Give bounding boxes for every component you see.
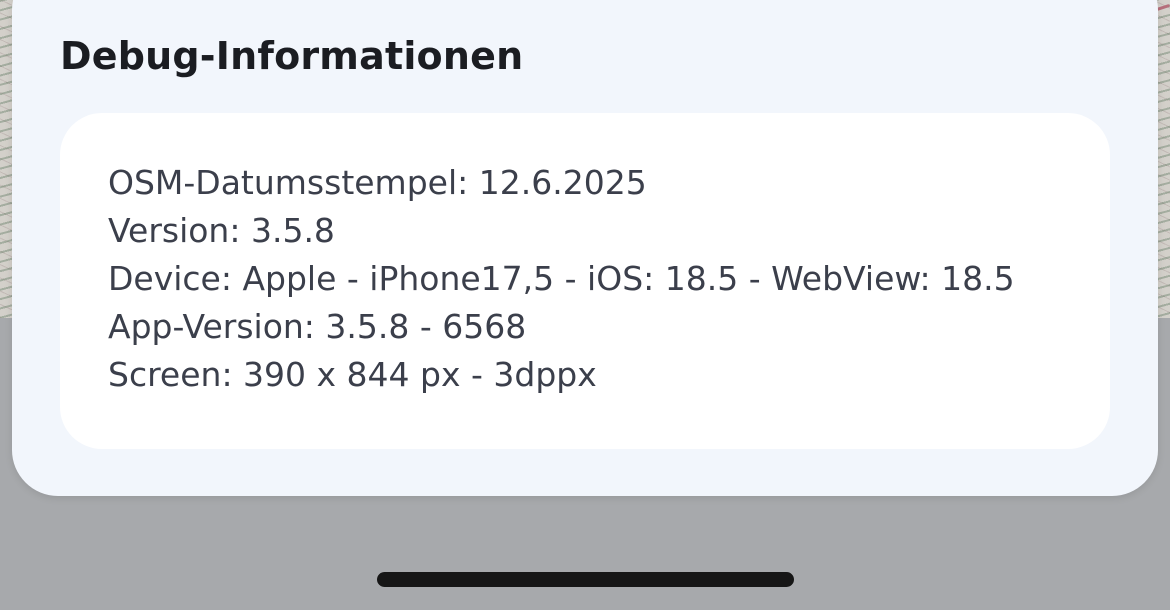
home-indicator [377,572,794,587]
screen-line: Screen: 390 x 844 px - 3dppx [108,355,597,394]
debug-info-card: OSM-Datumsstempel: 12.6.2025 Version: 3.… [60,113,1110,449]
sheet-title: Debug-Informationen [60,34,524,78]
osm-date-stamp: OSM-Datumsstempel: 12.6.2025 [108,163,647,202]
debug-info-sheet: Debug-Informationen OSM-Datumsstempel: 1… [12,0,1158,496]
version-line: Version: 3.5.8 [108,211,335,250]
device-line: Device: Apple - iPhone17,5 - iOS: 18.5 -… [108,259,1015,298]
app-version-line: App-Version: 3.5.8 - 6568 [108,307,527,346]
